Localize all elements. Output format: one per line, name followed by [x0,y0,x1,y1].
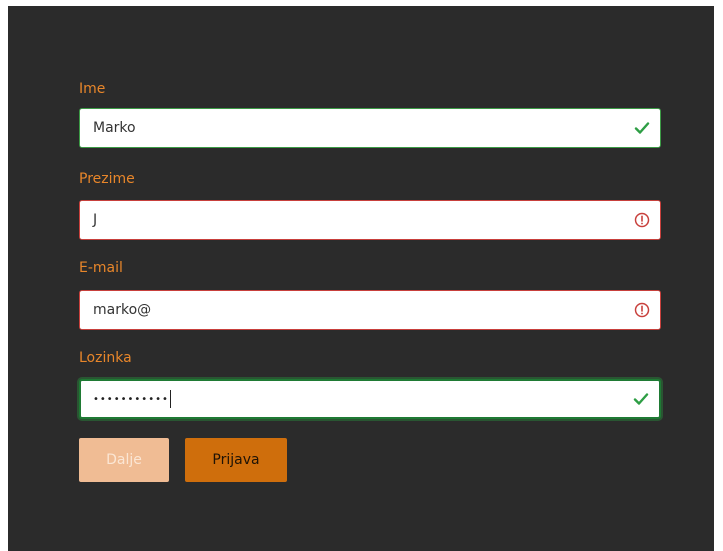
password-masked-value: ••••••••••• [93,393,169,405]
form-panel: Ime Marko Prezime J E-mail marko@ Lozink… [8,6,714,551]
last-name-value: J [93,212,98,228]
first-name-field[interactable]: Marko [79,108,661,148]
first-name-value: Marko [93,120,136,136]
check-icon [634,122,650,134]
last-name-field[interactable]: J [79,200,661,240]
email-value: marko@ [93,302,152,318]
password-label: Lozinka [79,350,132,366]
text-caret [169,390,171,408]
next-button[interactable]: Dalje [79,438,169,482]
exclamation-circle-icon [634,302,650,318]
login-button[interactable]: Prijava [185,438,287,482]
check-icon [633,393,649,405]
last-name-label: Prezime [79,171,135,187]
exclamation-circle-icon [634,212,650,228]
password-field[interactable]: ••••••••••• [79,379,661,419]
password-value-wrap: ••••••••••• [93,390,171,408]
email-field[interactable]: marko@ [79,290,661,330]
first-name-label: Ime [79,81,106,97]
email-label: E-mail [79,260,123,276]
